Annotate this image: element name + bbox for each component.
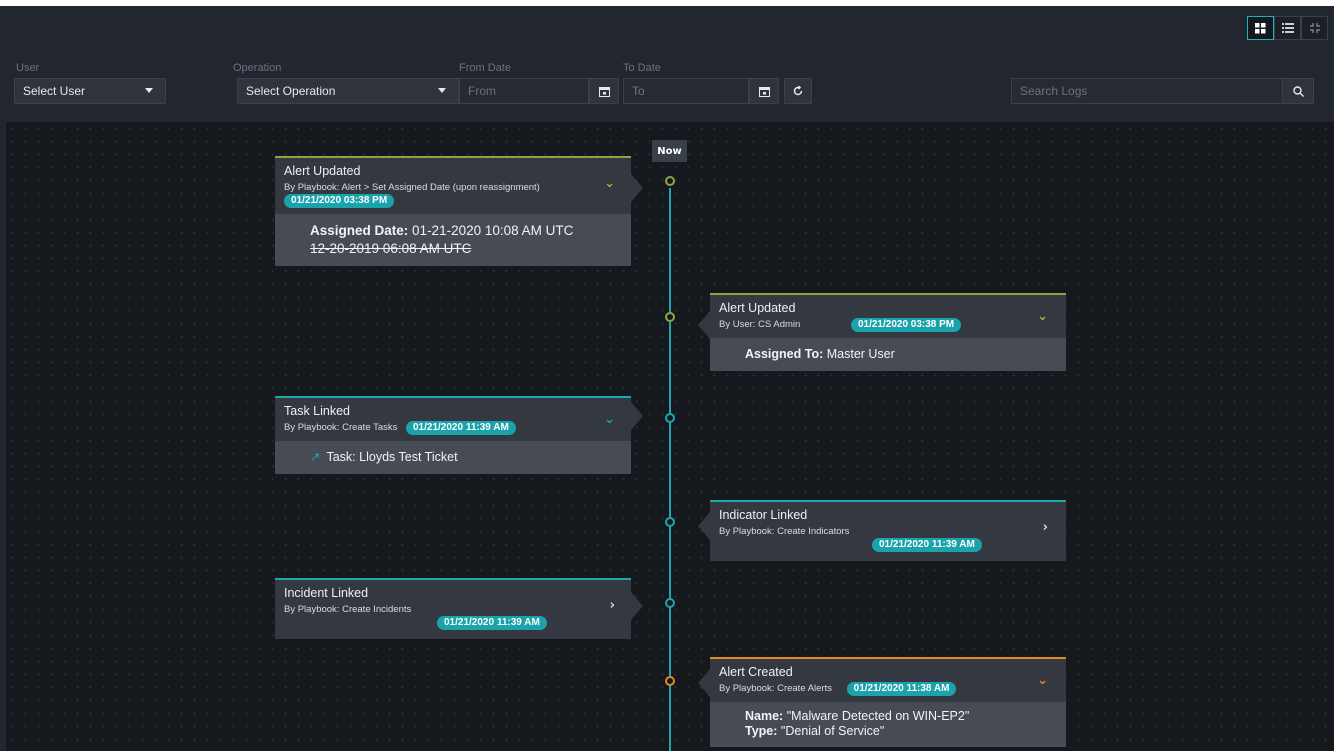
from-date-input[interactable]: From (459, 78, 589, 104)
timeline-node (665, 598, 675, 608)
timeline-event-card[interactable]: Task Linked By Playbook: Create Tasks 01… (275, 396, 643, 474)
search-input[interactable]: Search Logs (1011, 78, 1283, 104)
chevron-down-icon[interactable]: ⌄ (604, 176, 615, 191)
field-value: Master User (826, 347, 895, 361)
event-body: Assigned Date: 01-21-2020 10:08 AM UTC 1… (275, 214, 631, 266)
caret-down-icon (145, 88, 153, 93)
field-old-value: 12-20-2019 06:08 AM UTC (310, 241, 472, 256)
timeline-node (665, 413, 675, 423)
card-pointer (631, 402, 643, 430)
from-date-label: From Date (459, 62, 511, 74)
event-author: By Playbook: Create Tasks (284, 422, 398, 433)
chevron-down-icon[interactable]: ⌄ (1037, 309, 1048, 324)
timeline-node (665, 676, 675, 686)
event-header[interactable]: Alert Updated By User: CS Admin 01/21/20… (698, 295, 1066, 339)
from-calendar-icon[interactable] (589, 78, 619, 104)
collapse-view-icon[interactable] (1301, 16, 1328, 40)
event-timestamp-badge: 01/21/2020 11:39 AM (406, 421, 516, 435)
event-header[interactable]: Task Linked By Playbook: Create Tasks 01… (275, 398, 643, 441)
event-header[interactable]: Alert Updated By Playbook: Alert > Set A… (275, 158, 643, 214)
event-timestamp-badge: 01/21/2020 03:38 PM (284, 194, 395, 208)
card-pointer (698, 512, 710, 540)
timeline-event-card[interactable]: Alert Updated By User: CS Admin 01/21/20… (698, 293, 1066, 371)
chevron-down-icon[interactable]: ⌄ (1037, 673, 1048, 688)
timeline-node (665, 517, 675, 527)
grid-view-icon[interactable] (1247, 16, 1274, 40)
caret-down-icon (438, 88, 446, 93)
event-header[interactable]: Alert Created By Playbook: Create Alerts… (698, 659, 1066, 702)
timeline-line (669, 188, 671, 751)
refresh-icon[interactable] (784, 78, 812, 104)
linked-task[interactable]: Task: Lloyds Test Ticket (326, 450, 457, 464)
card-pointer (698, 669, 710, 697)
event-header[interactable]: Indicator Linked By Playbook: Create Ind… (698, 502, 1066, 561)
timeline-event-card[interactable]: Incident Linked By Playbook: Create Inci… (275, 578, 643, 639)
from-date-placeholder: From (468, 84, 496, 98)
event-author: By Playbook: Create Alerts (719, 683, 832, 694)
search-placeholder: Search Logs (1020, 84, 1088, 98)
field-label: Assigned To: (745, 347, 824, 361)
event-header[interactable]: Incident Linked By Playbook: Create Inci… (275, 580, 643, 639)
event-author: By Playbook: Create Incidents (284, 604, 412, 615)
field-value: "Denial of Service" (780, 724, 885, 738)
to-date-input[interactable]: To (623, 78, 749, 104)
user-select-value: Select User (23, 84, 86, 98)
field-value: 01-21-2020 10:08 AM UTC (412, 223, 574, 238)
event-author: By User: CS Admin (719, 319, 801, 330)
event-title: Alert Updated (719, 301, 796, 315)
timeline-node (665, 176, 675, 186)
card-pointer (631, 592, 643, 620)
chevron-right-icon[interactable]: › (1043, 520, 1048, 535)
operation-select[interactable]: Select Operation (237, 78, 459, 104)
view-toggle (1247, 16, 1328, 40)
field-label: Assigned Date: (310, 223, 409, 238)
event-body: ↗ Task: Lloyds Test Ticket (275, 441, 631, 474)
event-body: Name: "Malware Detected on WIN-EP2" Type… (710, 702, 1066, 747)
field-label: Type: (745, 724, 778, 738)
event-title: Task Linked (284, 404, 351, 418)
event-author: By Playbook: Create Indicators (719, 526, 850, 537)
now-badge: Now (652, 140, 687, 162)
event-timestamp-badge: 01/21/2020 11:39 AM (437, 616, 547, 630)
user-filter-label: User (16, 62, 40, 74)
event-timestamp-badge: 01/21/2020 03:38 PM (850, 318, 962, 332)
timeline-node (665, 312, 675, 322)
list-view-icon[interactable] (1274, 16, 1301, 40)
external-link-icon[interactable]: ↗ (310, 450, 320, 464)
event-title: Indicator Linked (719, 508, 808, 522)
to-date-label: To Date (623, 62, 661, 74)
filter-header: User Select User Operation Select Operat… (6, 6, 1334, 122)
timeline-event-card[interactable]: Indicator Linked By Playbook: Create Ind… (698, 500, 1066, 561)
event-author: By Playbook: Alert > Set Assigned Date (… (284, 182, 540, 193)
chevron-down-icon[interactable]: ⌄ (604, 412, 615, 427)
event-title: Incident Linked (284, 586, 369, 600)
user-select[interactable]: Select User (14, 78, 166, 104)
to-date-placeholder: To (632, 84, 645, 98)
card-pointer (698, 311, 710, 339)
search-icon[interactable] (1282, 78, 1314, 104)
event-timestamp-badge: 01/21/2020 11:38 AM (846, 682, 957, 696)
to-calendar-icon[interactable] (749, 78, 779, 104)
event-timestamp-badge: 01/21/2020 11:39 AM (872, 538, 982, 552)
operation-select-value: Select Operation (246, 84, 336, 98)
event-title: Alert Updated (284, 164, 361, 178)
card-pointer (631, 174, 643, 202)
timeline-event-card[interactable]: Alert Created By Playbook: Create Alerts… (698, 657, 1066, 747)
event-body: Assigned To: Master User (710, 338, 1066, 371)
field-value: "Malware Detected on WIN-EP2" (786, 709, 970, 723)
event-title: Alert Created (719, 665, 793, 679)
chevron-right-icon[interactable]: › (610, 598, 615, 613)
operation-filter-label: Operation (233, 62, 282, 74)
field-label: Name: (745, 709, 784, 723)
timeline-event-card[interactable]: Alert Updated By Playbook: Alert > Set A… (275, 156, 643, 266)
